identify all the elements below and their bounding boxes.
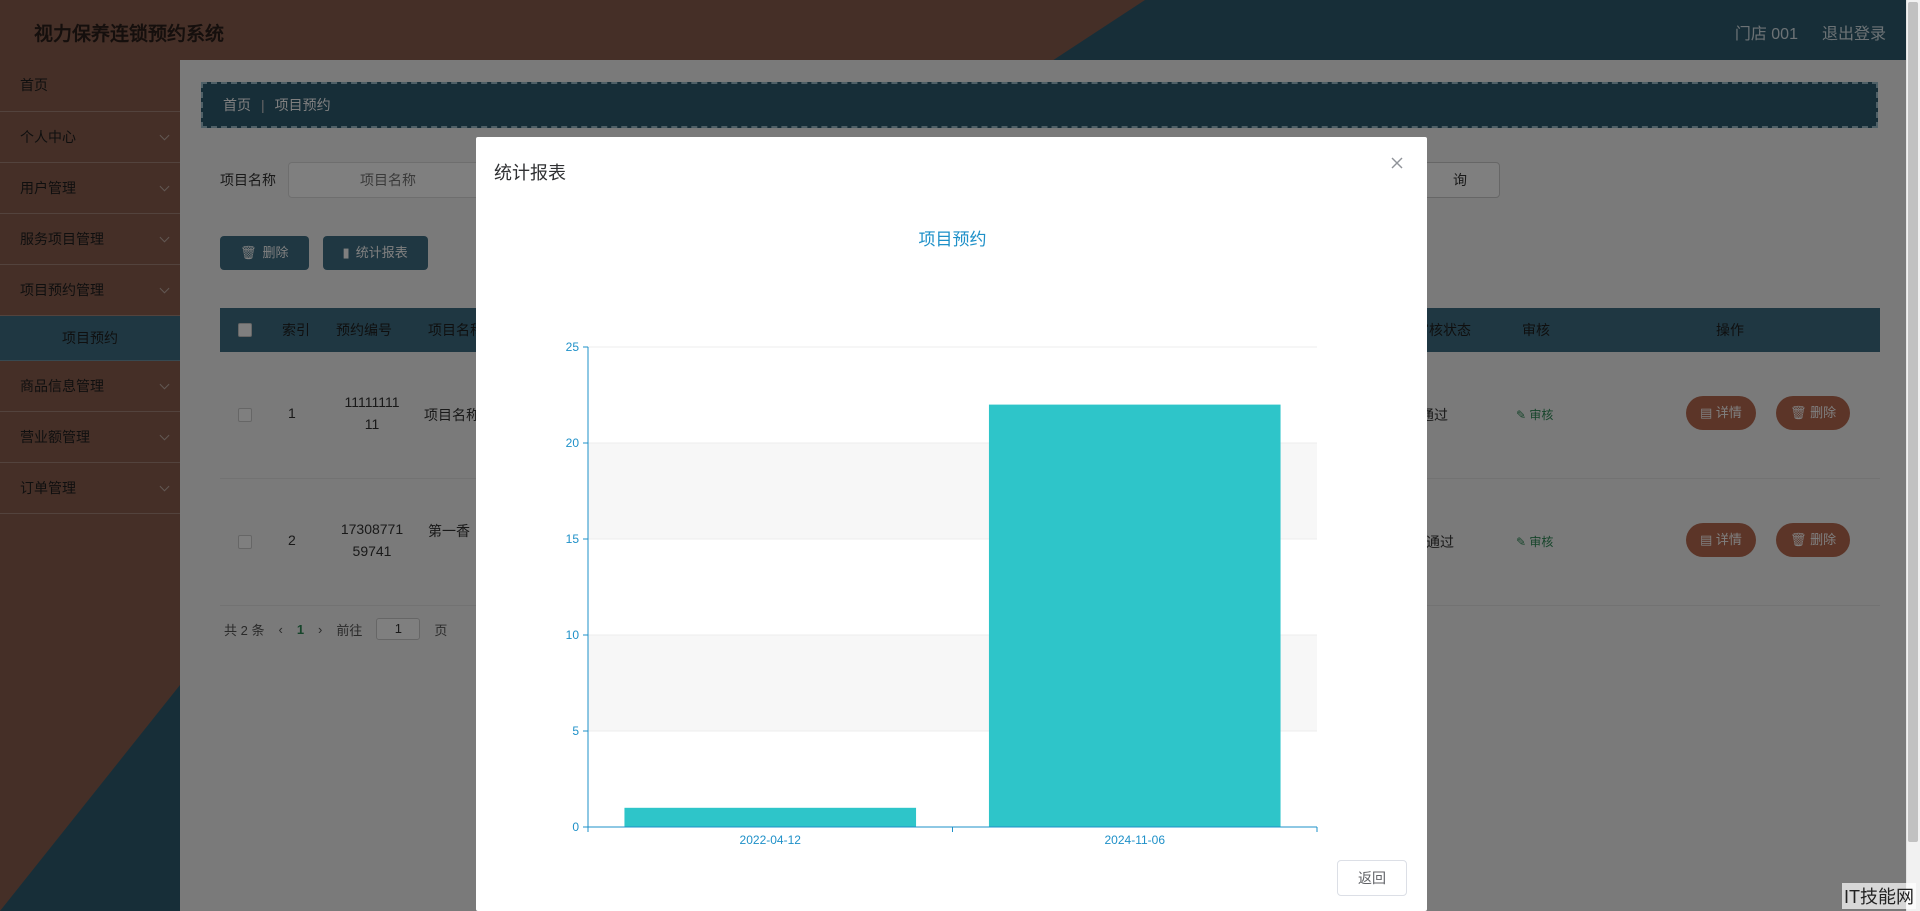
bar	[988, 404, 1281, 827]
y-tick-label: 25	[566, 340, 580, 354]
close-icon[interactable]	[1389, 155, 1405, 171]
bar-chart: 项目预约 0 5 10 15 20 25 2022-04-12 2024-11-06	[566, 230, 1318, 847]
page-scrollbar[interactable]	[1906, 0, 1920, 911]
bar	[624, 807, 917, 827]
watermark: IT技能网	[1842, 883, 1916, 909]
chart-title: 项目预约	[919, 230, 987, 249]
y-tick-label: 15	[566, 532, 580, 546]
dialog-title: 统计报表	[494, 163, 566, 183]
back-button[interactable]: 返回	[1337, 860, 1407, 896]
scrollbar-thumb[interactable]	[1908, 2, 1918, 842]
y-tick-label: 5	[572, 724, 579, 738]
report-dialog: 统计报表 项目预约 0 5 10 15 20 25 2022-04-12 2024-11-06 …	[476, 137, 1427, 911]
x-tick-label: 2022-04-12	[740, 833, 802, 847]
y-tick-label: 10	[566, 628, 580, 642]
y-tick-label: 20	[566, 436, 580, 450]
x-tick-label: 2024-11-06	[1105, 833, 1166, 847]
y-tick-label: 0	[572, 820, 579, 834]
